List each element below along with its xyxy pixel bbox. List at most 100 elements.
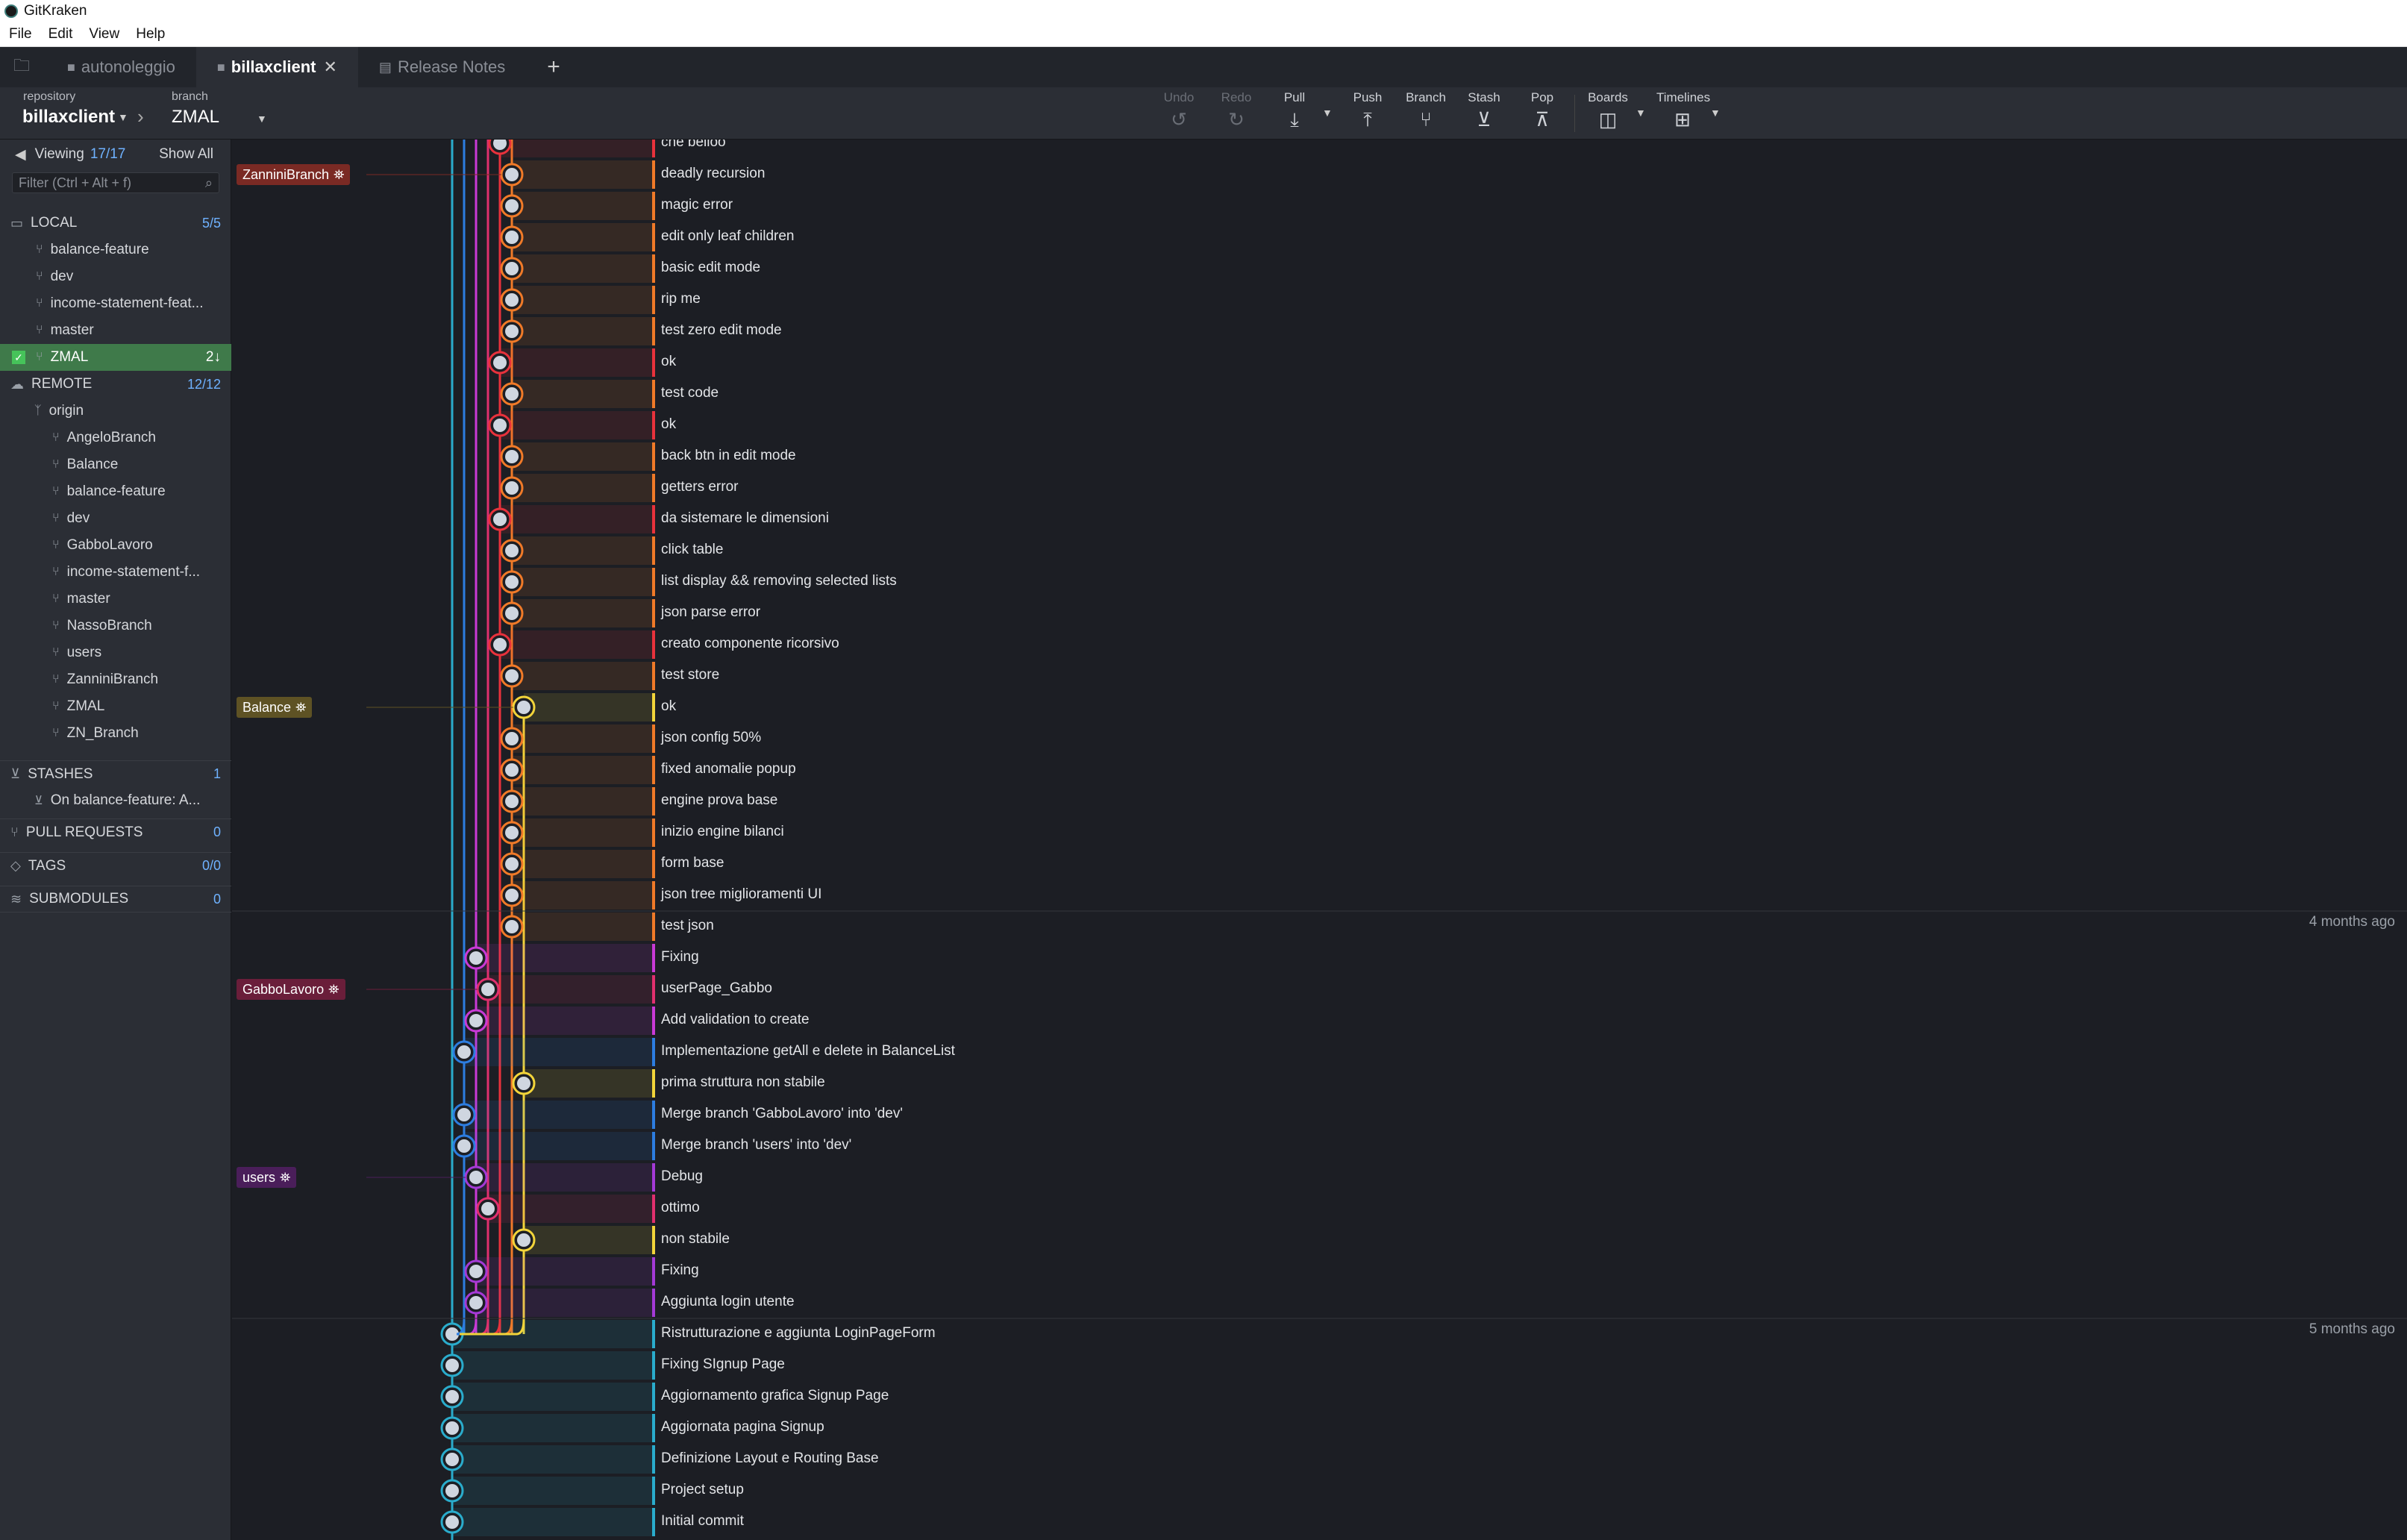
branch-tag[interactable]: GabboLavoro ⛯ <box>237 979 345 1000</box>
tab-billaxclient[interactable]: ■ billaxclient ✕ <box>195 47 358 87</box>
commit-message[interactable]: Aggiunta login utente <box>661 1294 795 1310</box>
commit-message[interactable]: non stabile <box>661 1231 730 1248</box>
commit-message[interactable]: magic error <box>661 197 733 213</box>
commit-message[interactable]: Debug <box>661 1168 703 1185</box>
commit-message[interactable]: Merge branch 'GabboLavoro' into 'dev' <box>661 1106 903 1122</box>
commit-message[interactable]: test code <box>661 385 719 401</box>
commit-message[interactable]: Aggiornata pagina Signup <box>661 1419 824 1436</box>
section-pull-requests[interactable]: ⑂ PULL REQUESTS 0 <box>0 818 231 845</box>
commit-message[interactable]: che belloo <box>661 140 726 151</box>
branch-selector[interactable]: ZMAL <box>172 107 219 128</box>
commit-message[interactable]: ottimo <box>661 1200 700 1216</box>
commit-message[interactable]: ok <box>661 354 676 370</box>
remote-branch[interactable]: ⑂ Balance <box>0 451 231 478</box>
chevron-down-icon[interactable]: ▼ <box>257 113 267 125</box>
chevron-down-icon[interactable]: ▼ <box>1636 107 1646 119</box>
timelines-button[interactable]: Timelines ⊞ <box>1656 87 1710 140</box>
redo-button[interactable]: Redo ↻ <box>1210 87 1262 140</box>
commit-message[interactable]: Fixing SIgnup Page <box>661 1356 785 1373</box>
remote-branch[interactable]: ⑂ dev <box>0 505 231 532</box>
section-stashes[interactable]: ⊻ STASHES 1 <box>0 760 231 787</box>
section-tags[interactable]: ◇ TAGS 0/0 <box>0 852 231 879</box>
commit-message[interactable]: Fixing <box>661 949 699 965</box>
remote-branch[interactable]: ⑂ master <box>0 586 231 613</box>
section-submodules[interactable]: ≋ SUBMODULES 0 <box>0 886 231 913</box>
menu-edit[interactable]: Edit <box>48 26 73 43</box>
local-branch[interactable]: ⑂ dev <box>0 263 231 290</box>
tab-release-notes[interactable]: ▤ Release Notes <box>358 47 526 87</box>
commit-message[interactable]: creato componente ricorsivo <box>661 636 839 652</box>
branch-button[interactable]: Branch ⑂ <box>1400 87 1452 140</box>
close-icon[interactable]: ✕ <box>323 57 337 77</box>
remote-branch[interactable]: ⑂ income-statement-f... <box>0 559 231 586</box>
new-tab-button[interactable]: + <box>526 47 581 87</box>
local-branch[interactable]: ⑂ balance-feature <box>0 237 231 263</box>
repository-selector[interactable]: billaxclient <box>22 107 115 128</box>
commit-message[interactable]: json config 50% <box>661 730 761 746</box>
chevron-down-icon[interactable]: ▼ <box>1710 107 1721 119</box>
commit-message[interactable]: form base <box>661 855 724 871</box>
remote-origin[interactable]: ᛉ origin <box>0 398 231 425</box>
folder-icon[interactable]: 🗀 <box>0 47 46 87</box>
menu-file[interactable]: File <box>9 26 32 43</box>
commit-message[interactable]: Add validation to create <box>661 1012 810 1028</box>
commit-message[interactable]: json parse error <box>661 604 760 621</box>
commit-message[interactable]: edit only leaf children <box>661 228 795 245</box>
remote-branch[interactable]: ⑂ ZMAL <box>0 693 231 720</box>
commit-message[interactable]: test json <box>661 918 714 934</box>
commit-message[interactable]: ok <box>661 416 676 433</box>
commit-message[interactable]: Ristrutturazione e aggiunta LoginPageFor… <box>661 1325 936 1342</box>
commit-message[interactable]: test zero edit mode <box>661 322 782 339</box>
commit-message[interactable]: rip me <box>661 291 701 307</box>
commit-message[interactable]: Initial commit <box>661 1513 744 1530</box>
chevron-down-icon[interactable]: ▼ <box>1322 107 1333 119</box>
remote-branch[interactable]: ⑂ users <box>0 639 231 666</box>
local-branch[interactable]: ⑂ income-statement-feat... <box>0 290 231 317</box>
current-branch-row[interactable]: ✓ ⑂ ZMAL 2↓ <box>0 344 231 371</box>
commit-message[interactable]: engine prova base <box>661 792 777 809</box>
section-local[interactable]: ▭ LOCAL 5/5 <box>0 210 231 237</box>
branch-tag[interactable]: users ⛯ <box>237 1167 297 1188</box>
back-arrow-icon[interactable]: ◀ <box>15 146 26 163</box>
remote-branch[interactable]: ⑂ NassoBranch <box>0 613 231 639</box>
local-branch[interactable]: ⑂ master <box>0 317 231 344</box>
menu-view[interactable]: View <box>89 26 119 43</box>
remote-branch[interactable]: ⑂ ZN_Branch <box>0 720 231 747</box>
commit-message[interactable]: da sistemare le dimensioni <box>661 510 829 527</box>
tab-autonoleggio[interactable]: ■ autonoleggio <box>46 47 196 87</box>
chevron-down-icon[interactable]: ▼ <box>118 111 128 123</box>
commit-message[interactable]: Fixing <box>661 1262 699 1279</box>
boards-button[interactable]: Boards ◫ <box>1582 87 1634 140</box>
commit-message[interactable]: test store <box>661 667 719 683</box>
commit-message[interactable]: Implementazione getAll e delete in Balan… <box>661 1043 955 1059</box>
branch-tag[interactable]: ZanniniBranch ⛯ <box>237 164 351 185</box>
commit-message[interactable]: list display && removing selected lists <box>661 573 897 589</box>
commit-message[interactable]: Definizione Layout e Routing Base <box>661 1450 879 1467</box>
pull-button[interactable]: Pull ⤓ <box>1268 87 1321 140</box>
branch-tag[interactable]: Balance ⛯ <box>237 697 313 718</box>
commit-message[interactable]: back btn in edit mode <box>661 448 796 464</box>
remote-branch[interactable]: ⑂ ZanniniBranch <box>0 666 231 693</box>
remote-branch[interactable]: ⑂ GabboLavoro <box>0 532 231 559</box>
remote-branch[interactable]: ⑂ AngeloBranch <box>0 425 231 451</box>
pop-button[interactable]: Pop ⊼ <box>1516 87 1568 140</box>
filter-input[interactable]: Filter (Ctrl + Alt + f) ⌕ <box>12 172 219 193</box>
push-button[interactable]: Push ⤒ <box>1342 87 1394 140</box>
section-remote[interactable]: ☁ REMOTE 12/12 <box>0 371 231 398</box>
commit-message[interactable]: Aggiornamento grafica Signup Page <box>661 1388 889 1404</box>
commit-message[interactable]: fixed anomalie popup <box>661 761 796 777</box>
commit-message[interactable]: getters error <box>661 479 738 495</box>
commit-message[interactable]: ok <box>661 698 676 715</box>
commit-message[interactable]: deadly recursion <box>661 166 765 182</box>
show-all-button[interactable]: Show All <box>159 146 213 163</box>
commit-message[interactable]: inizio engine bilanci <box>661 824 784 840</box>
remote-branch[interactable]: ⑂ balance-feature <box>0 478 231 505</box>
commit-message[interactable]: click table <box>661 542 723 558</box>
commit-message[interactable]: basic edit mode <box>661 260 760 276</box>
commit-message[interactable]: Merge branch 'users' into 'dev' <box>661 1137 851 1154</box>
commit-message[interactable]: Project setup <box>661 1482 744 1498</box>
menu-help[interactable]: Help <box>136 26 165 43</box>
commit-message[interactable]: prima struttura non stabile <box>661 1074 825 1091</box>
commit-message[interactable]: json tree miglioramenti UI <box>661 886 821 903</box>
commit-graph[interactable]: che belloo deadly recursion magic error edi… <box>232 140 2407 1540</box>
